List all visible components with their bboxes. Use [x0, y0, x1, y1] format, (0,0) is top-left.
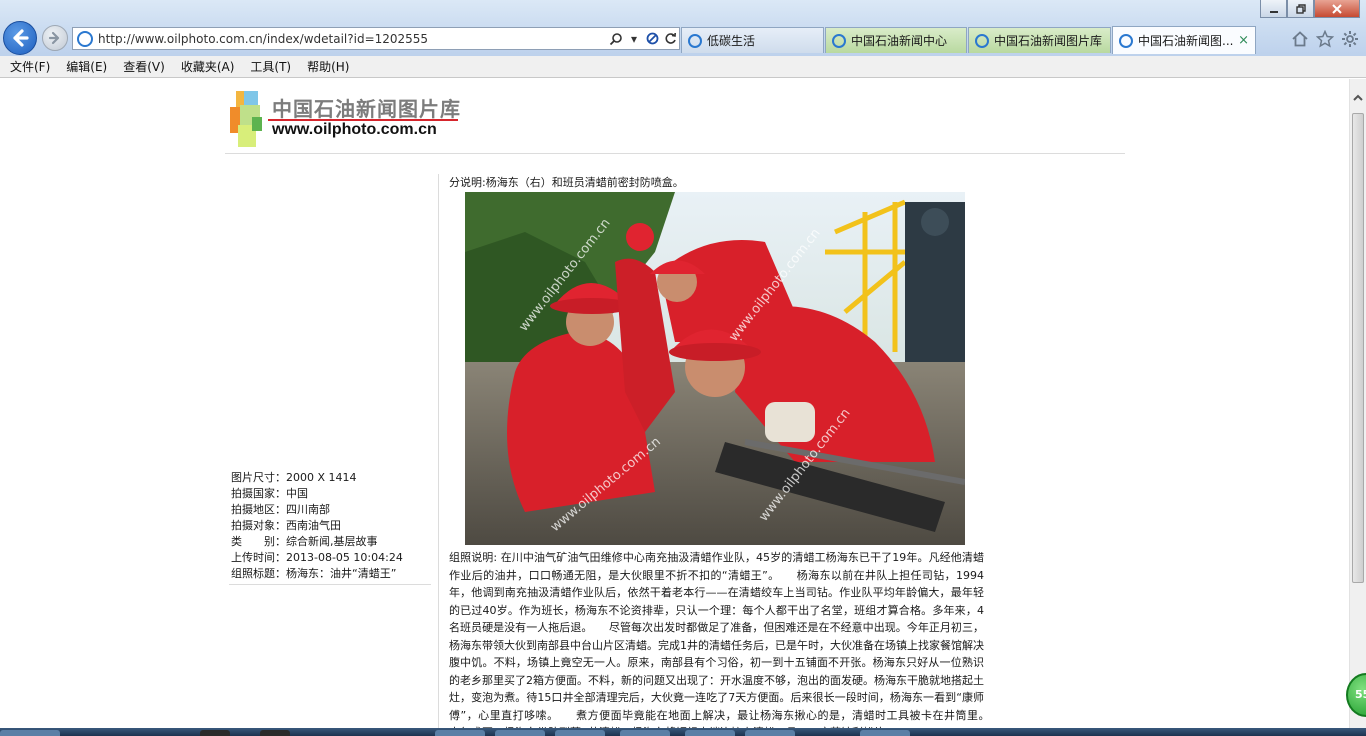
- meta-row-category: 类 别：综合新闻,基层故事: [231, 534, 431, 550]
- taskbar-item[interactable]: [495, 730, 545, 736]
- meta-row-size: 图片尺寸：2000 X 1414: [231, 470, 431, 486]
- tab-label: 中国石油新闻图片库: [994, 34, 1103, 48]
- site-logo[interactable]: 中国石油新闻图片库 www.oilphoto.com.cn: [228, 89, 464, 151]
- meta-value: 中国: [286, 487, 308, 500]
- home-icon[interactable]: [1291, 30, 1309, 48]
- photo-metadata: 图片尺寸：2000 X 1414 拍摄国家：中国 拍摄地区：四川南部 拍摄对象：…: [231, 470, 431, 582]
- back-button[interactable]: [3, 21, 37, 55]
- menu-tools[interactable]: 工具(T): [250, 58, 291, 75]
- meta-label: 图片尺寸：: [231, 471, 286, 484]
- meta-label: 拍摄地区：: [231, 503, 286, 516]
- article-body: 组照说明: 在川中油气矿油气田维修中心南充抽汲清蜡作业队，45岁的清蜡工杨海东已…: [449, 551, 1006, 736]
- tab-4-active[interactable]: 中国石油新闻图... ×: [1112, 26, 1256, 54]
- meta-value: 四川南部: [286, 503, 330, 516]
- meta-row-region: 拍摄地区：四川南部: [231, 502, 431, 518]
- meta-label: 类 别：: [231, 535, 286, 548]
- meta-value: 2013-08-05 10:04:24: [286, 551, 403, 564]
- minimize-icon: [1269, 10, 1278, 13]
- refresh-icon[interactable]: [661, 30, 679, 48]
- tab-page-icon: [832, 33, 846, 48]
- vertical-scrollbar[interactable]: [1349, 79, 1366, 736]
- minimize-button[interactable]: [1260, 0, 1287, 18]
- menu-edit[interactable]: 编辑(E): [66, 58, 107, 75]
- meta-value: 2000 X 1414: [286, 471, 357, 484]
- dropdown-icon[interactable]: ▾: [625, 30, 643, 48]
- menu-help[interactable]: 帮助(H): [307, 58, 349, 75]
- taskbar-item[interactable]: [435, 730, 485, 736]
- meta-label: 上传时间：: [231, 551, 286, 564]
- menu-favorites[interactable]: 收藏夹(A): [181, 58, 235, 75]
- taskbar-item[interactable]: [620, 730, 670, 736]
- meta-label: 拍摄国家：: [231, 487, 286, 500]
- compatibility-icon[interactable]: [643, 30, 661, 48]
- logo-url: www.oilphoto.com.cn: [272, 121, 437, 138]
- tab-page-icon: [1119, 33, 1133, 48]
- address-bar[interactable]: ▾: [72, 27, 680, 50]
- meta-row-country: 拍摄国家：中国: [231, 486, 431, 502]
- back-icon: [13, 29, 29, 47]
- search-icon[interactable]: [607, 30, 625, 48]
- close-tab-icon[interactable]: ×: [1238, 33, 1249, 48]
- meta-value: 杨海东：油井“清蜡王”: [286, 567, 397, 580]
- news-photo-illustration: www.oilphoto.com.cn www.oilphoto.com.cn …: [465, 192, 965, 545]
- url-input[interactable]: [93, 29, 607, 48]
- header-divider: [225, 153, 1125, 154]
- taskbar-item[interactable]: [685, 730, 735, 736]
- browser-titlebar: ▾ 低碳生活 中国石油新闻中心 中国石油新闻图片库 中国石油新闻图... ×: [0, 0, 1366, 56]
- logo-title: 中国石油新闻图片库: [272, 97, 461, 121]
- tab-label: 中国石油新闻中心: [851, 34, 948, 48]
- taskbar-item[interactable]: [555, 730, 605, 736]
- scroll-up-arrow-icon[interactable]: [1350, 93, 1366, 109]
- tab-label: 中国石油新闻图...: [1138, 34, 1234, 48]
- tab-page-icon: [975, 33, 989, 48]
- restore-icon: [1295, 3, 1306, 14]
- meta-label: 拍摄对象：: [231, 519, 286, 532]
- meta-label: 组照标题：: [231, 567, 286, 580]
- meta-value: 西南油气田: [286, 519, 341, 532]
- metadata-divider: [229, 584, 431, 585]
- tab-page-icon: [688, 33, 702, 48]
- ie-page-icon: [77, 30, 93, 47]
- tab-label: 低碳生活: [707, 34, 756, 48]
- meta-row-group-title: 组照标题：杨海东：油井“清蜡王”: [231, 566, 431, 582]
- forward-icon: [48, 31, 60, 45]
- maximize-button[interactable]: [1287, 0, 1314, 18]
- menu-bar: 文件(F) 编辑(E) 查看(V) 收藏夹(A) 工具(T) 帮助(H): [0, 56, 1366, 78]
- tab-2[interactable]: 中国石油新闻中心: [825, 27, 967, 53]
- taskbar-item[interactable]: [200, 730, 230, 736]
- menu-view[interactable]: 查看(V): [123, 58, 165, 75]
- photo-caption: 分说明:杨海东（右）和班员清蜡前密封防喷盒。: [449, 176, 684, 189]
- taskbar-item[interactable]: [745, 730, 795, 736]
- start-button[interactable]: [0, 730, 60, 736]
- forward-button[interactable]: [42, 25, 68, 51]
- favorites-star-icon[interactable]: [1315, 29, 1335, 48]
- column-divider: [438, 174, 439, 736]
- tab-3[interactable]: 中国石油新闻图片库: [968, 27, 1111, 53]
- menu-file[interactable]: 文件(F): [10, 58, 50, 75]
- window-close-button[interactable]: [1314, 0, 1360, 18]
- taskbar-item[interactable]: [260, 730, 290, 736]
- tab-1[interactable]: 低碳生活: [681, 27, 824, 53]
- news-photo[interactable]: www.oilphoto.com.cn www.oilphoto.com.cn …: [465, 192, 965, 545]
- scrollbar-thumb[interactable]: [1352, 113, 1364, 583]
- settings-gear-icon[interactable]: [1341, 30, 1359, 48]
- close-icon: [1332, 3, 1342, 14]
- meta-row-subject: 拍摄对象：西南油气田: [231, 518, 431, 534]
- meta-value: 综合新闻,基层故事: [286, 535, 378, 548]
- meta-row-upload-time: 上传时间：2013-08-05 10:04:24: [231, 550, 431, 566]
- taskbar-item[interactable]: [860, 730, 910, 736]
